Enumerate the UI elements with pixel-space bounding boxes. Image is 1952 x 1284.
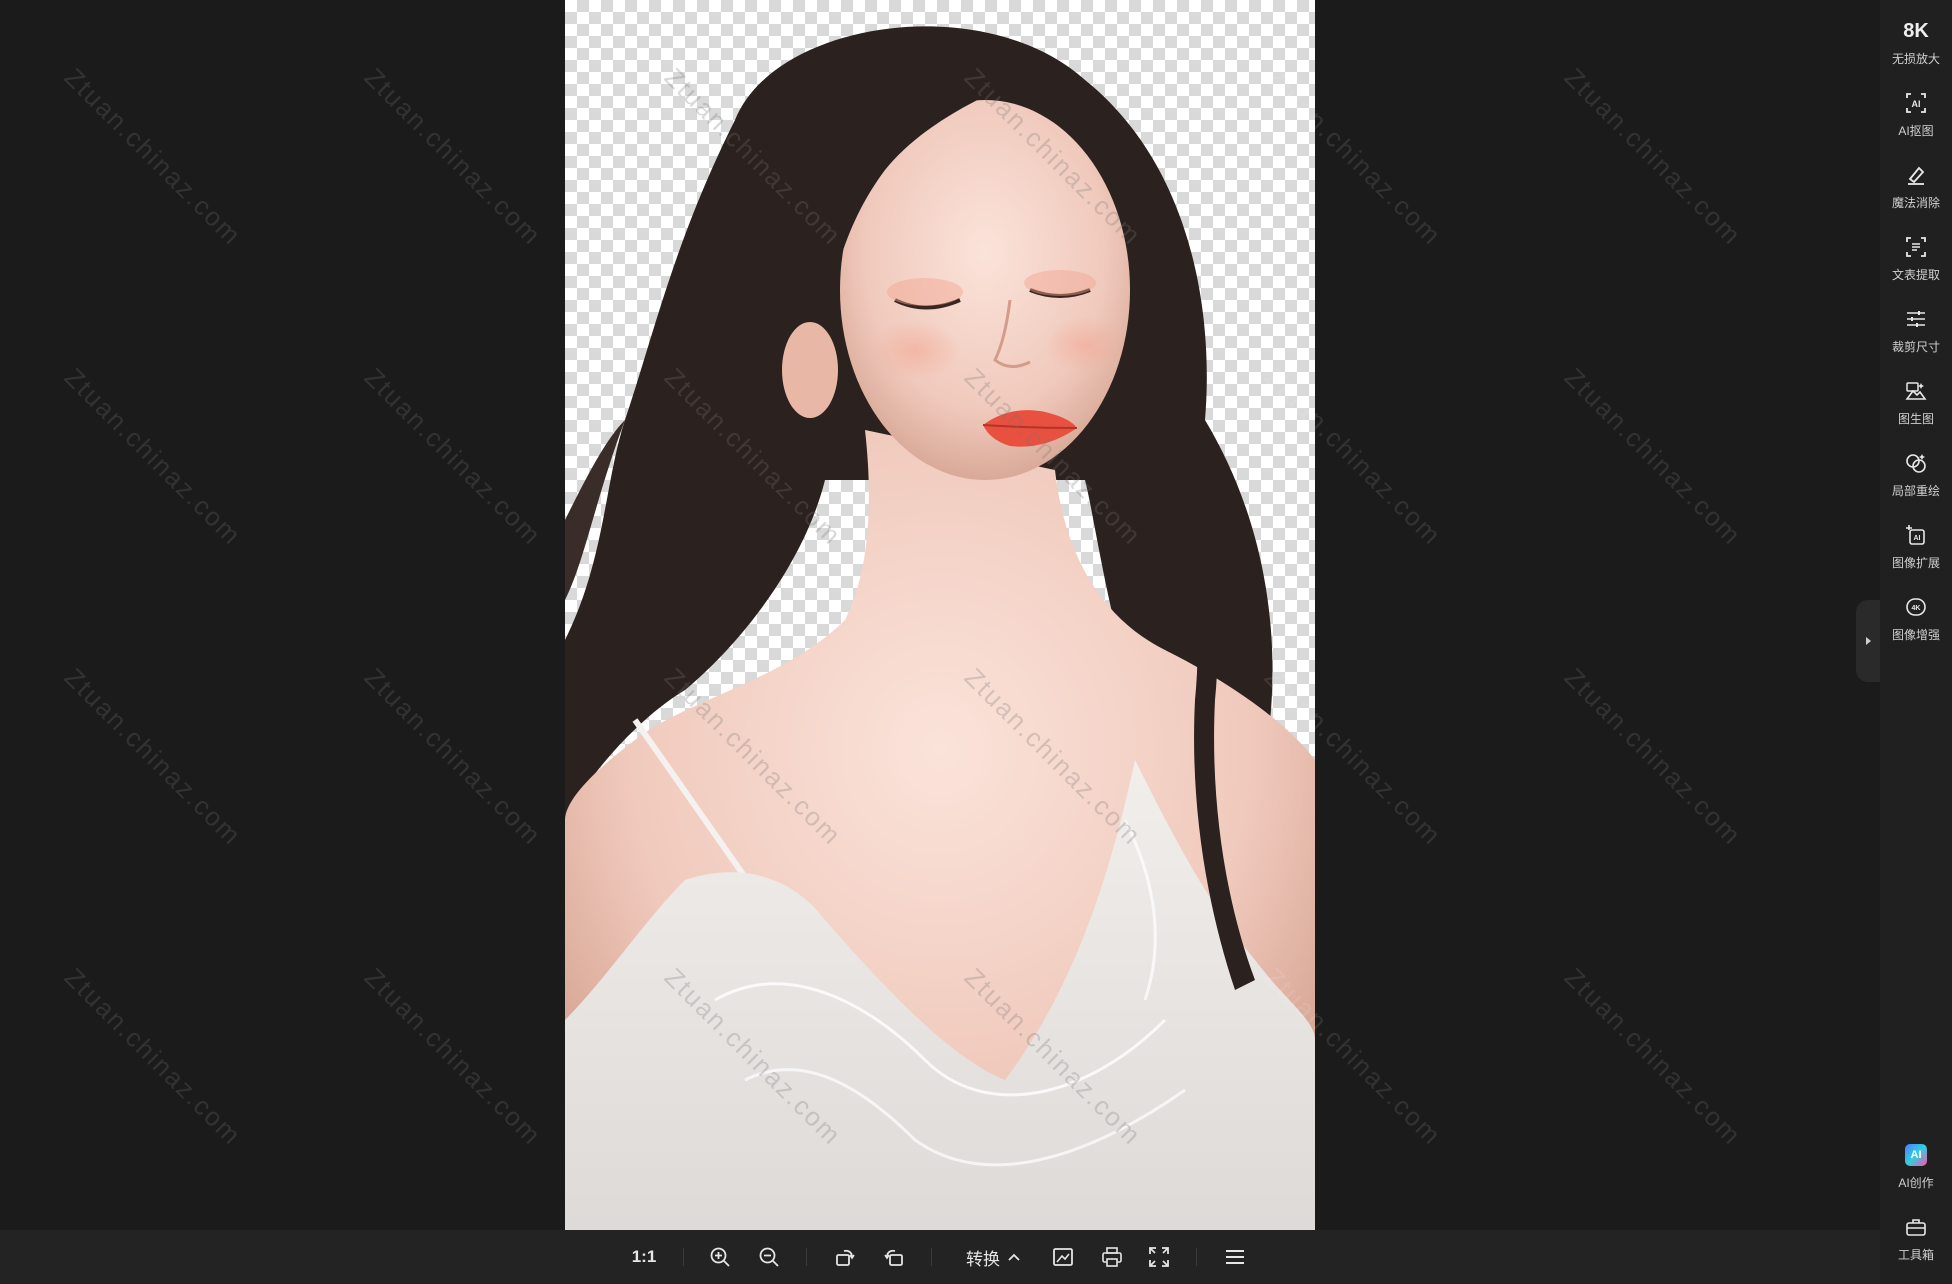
portrait-photo — [565, 26, 1315, 1230]
eraser-icon — [1903, 162, 1929, 188]
image-viewer-app: Ztuan.chinaz.com Ztuan.chinaz.com Ztuan.… — [0, 0, 1952, 1284]
zoom-out-button[interactable] — [754, 1230, 784, 1284]
tool-label: 图生图 — [1897, 412, 1934, 426]
divider — [683, 1248, 684, 1266]
actual-size-button[interactable]: 1:1 — [626, 1230, 662, 1284]
photo-transparent-background[interactable] — [565, 0, 1315, 1230]
edit-image-button[interactable] — [1048, 1230, 1078, 1284]
tool-label: 局部重绘 — [1891, 484, 1940, 498]
image-expand-icon: AI — [1903, 522, 1929, 548]
print-button[interactable] — [1097, 1230, 1127, 1284]
tool-label: 图像扩展 — [1891, 556, 1940, 570]
chevron-right-icon — [1865, 637, 1871, 645]
canvas-area[interactable] — [0, 0, 1880, 1230]
toolbox-icon — [1903, 1214, 1929, 1240]
tool-image-enhance[interactable]: 4K 图像增强 — [1880, 594, 1952, 658]
tool-label: 文表提取 — [1891, 268, 1940, 282]
tool-label: AI创作 — [1898, 1176, 1934, 1190]
rotate-right-button[interactable] — [879, 1230, 909, 1284]
tool-label: 无损放大 — [1891, 52, 1940, 66]
rotate-left-button[interactable] — [830, 1230, 860, 1284]
actual-size-label: 1:1 — [631, 1247, 657, 1266]
convert-label: 转换 — [966, 1249, 1000, 1269]
zoom-in-icon — [710, 1247, 730, 1267]
4k-enhance-icon: 4K — [1903, 594, 1929, 620]
tool-lossless-upscale[interactable]: 8K 无损放大 — [1880, 18, 1952, 82]
tool-toolbox[interactable]: 工具箱 — [1880, 1214, 1952, 1278]
chevron-up-icon — [1008, 1253, 1020, 1261]
fullscreen-icon — [1149, 1247, 1169, 1267]
svg-text:4K: 4K — [1912, 605, 1921, 612]
fullscreen-button[interactable] — [1144, 1230, 1174, 1284]
tool-text-extract[interactable]: 文表提取 — [1880, 234, 1952, 298]
sliders-icon — [1903, 306, 1929, 332]
rotate-left-icon — [836, 1249, 855, 1266]
8k-text-icon: 8K — [1903, 19, 1929, 42]
tool-ai-create[interactable]: AI AI创作 — [1880, 1142, 1952, 1206]
zoom-in-button[interactable] — [705, 1230, 735, 1284]
zoom-out-icon — [759, 1247, 779, 1267]
right-toolbar: 8K 无损放大 AI AI抠图 魔法消除 文表提取 裁剪尺寸 图生图 局部重绘 … — [1880, 0, 1952, 1284]
divider — [931, 1248, 932, 1266]
tool-label: 工具箱 — [1897, 1248, 1934, 1262]
svg-text:AI: AI — [1914, 535, 1921, 542]
edit-image-icon — [1053, 1248, 1073, 1266]
divider — [1196, 1248, 1197, 1266]
ai-create-icon: AI — [1903, 1142, 1929, 1168]
tool-label: 魔法消除 — [1891, 196, 1940, 210]
ai-cutout-icon: AI — [1903, 90, 1929, 116]
text-scan-icon — [1903, 234, 1929, 260]
divider — [806, 1248, 807, 1266]
tool-label: 图像增强 — [1891, 628, 1940, 642]
repaint-icon — [1903, 450, 1929, 476]
tool-label: AI抠图 — [1898, 124, 1934, 138]
hamburger-menu-icon — [1226, 1250, 1244, 1264]
printer-icon — [1102, 1247, 1122, 1267]
svg-text:AI: AI — [1912, 99, 1921, 109]
tool-image-expand[interactable]: AI 图像扩展 — [1880, 522, 1952, 586]
menu-button[interactable] — [1220, 1230, 1250, 1284]
convert-dropdown[interactable]: 转换 — [960, 1230, 1026, 1284]
image-generate-icon — [1903, 378, 1929, 404]
tool-crop-size[interactable]: 裁剪尺寸 — [1880, 306, 1952, 370]
tool-image-to-image[interactable]: 图生图 — [1880, 378, 1952, 442]
tool-label: 裁剪尺寸 — [1891, 340, 1940, 354]
bottom-toolbar: 1:1 转换 — [0, 1230, 1880, 1284]
rotate-right-icon — [884, 1249, 903, 1266]
expand-panel-toggle[interactable] — [1856, 600, 1880, 682]
tool-partial-repaint[interactable]: 局部重绘 — [1880, 450, 1952, 514]
tool-magic-eraser[interactable]: 魔法消除 — [1880, 162, 1952, 226]
tool-ai-cutout[interactable]: AI AI抠图 — [1880, 90, 1952, 154]
